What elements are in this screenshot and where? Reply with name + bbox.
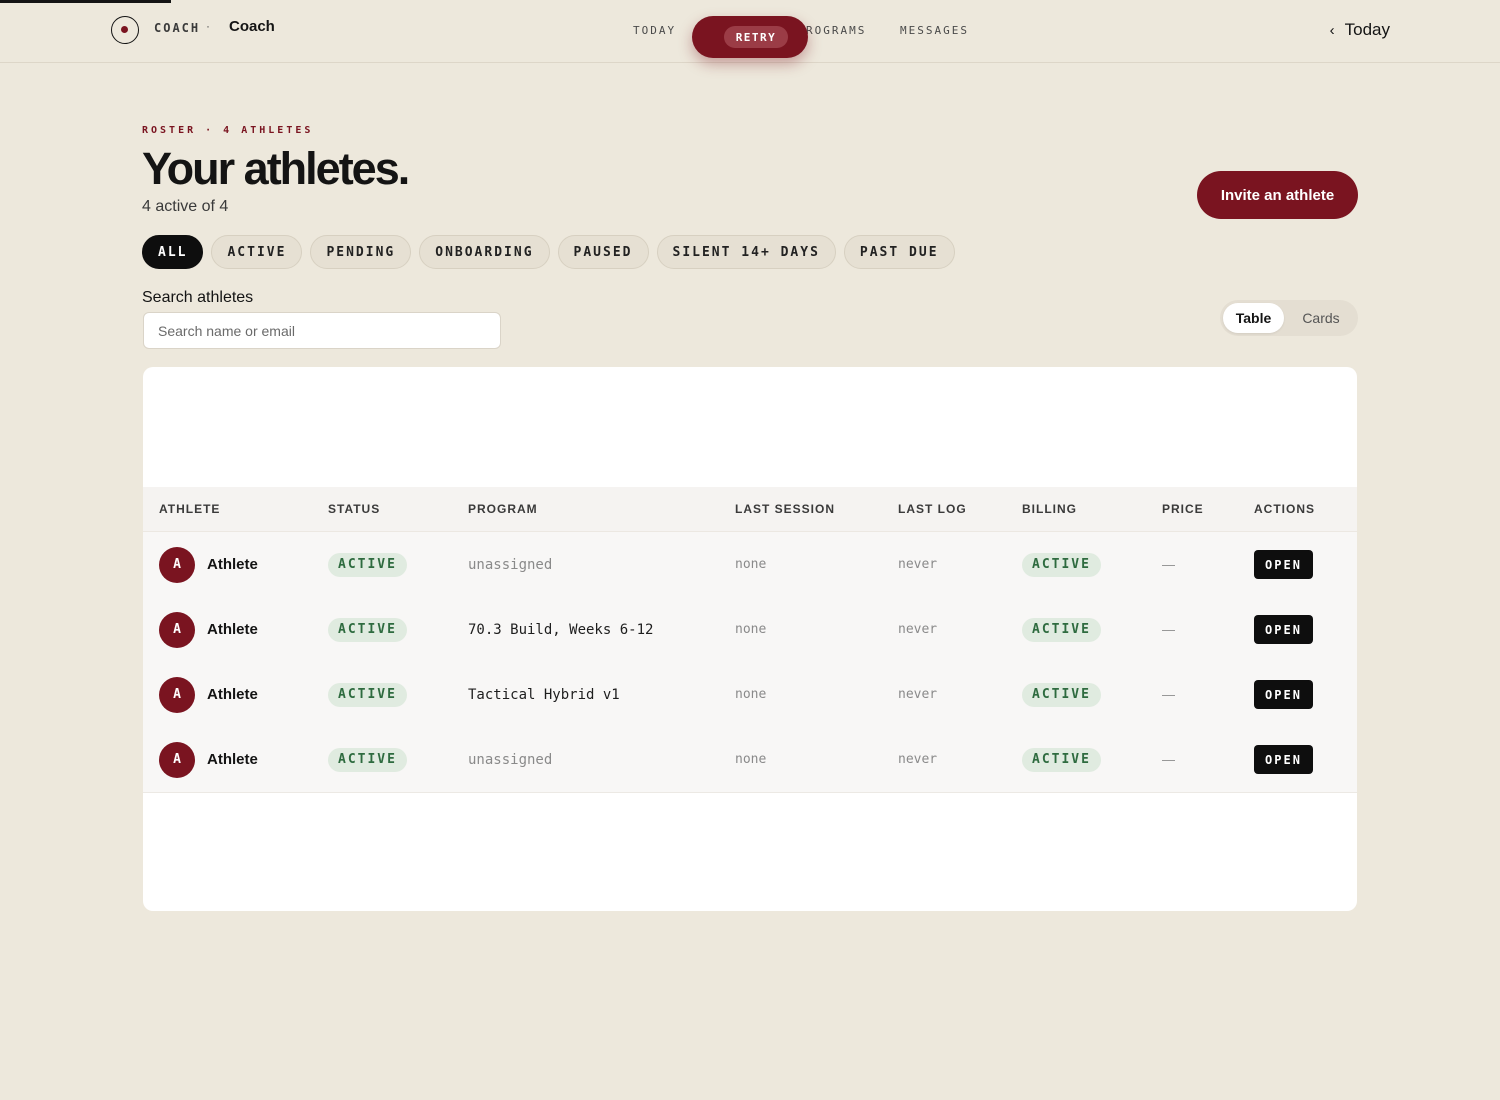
column-header-last-log[interactable]: LAST LOG xyxy=(898,502,967,516)
nav-messages[interactable]: MESSAGES xyxy=(900,24,969,37)
program-name: unassigned xyxy=(468,751,553,768)
avatar: A xyxy=(159,741,195,778)
athlete-cell: A Athlete xyxy=(159,532,258,597)
filter-paused[interactable]: PAUSED xyxy=(557,235,649,269)
open-athlete-button[interactable]: OPEN xyxy=(1254,615,1313,644)
nav-programs[interactable]: ROGRAMS xyxy=(806,24,866,37)
view-cards-button[interactable]: Cards xyxy=(1288,303,1354,333)
retry-button[interactable]: RETRY xyxy=(724,26,788,48)
table-row[interactable]: A Athlete ACTIVE 70.3 Build, Weeks 6-12 … xyxy=(143,597,1357,663)
invite-athlete-button[interactable]: Invite an athlete xyxy=(1197,171,1358,219)
filter-onboarding[interactable]: ONBOARDING xyxy=(419,235,550,269)
program-name: unassigned xyxy=(468,556,553,573)
back-link-label: Today xyxy=(1344,20,1390,39)
column-header-price[interactable]: PRICE xyxy=(1162,502,1204,516)
last-session: none xyxy=(735,622,767,637)
table-row[interactable]: A Athlete ACTIVE unassigned none never A… xyxy=(143,727,1357,793)
retry-toast: RETRY xyxy=(692,16,808,58)
filter-active[interactable]: ACTIVE xyxy=(211,235,303,269)
open-athlete-button[interactable]: OPEN xyxy=(1254,680,1313,709)
brand-name[interactable]: Coach xyxy=(229,18,275,35)
open-athlete-button[interactable]: OPEN xyxy=(1254,550,1313,579)
column-header-billing[interactable]: BILLING xyxy=(1022,502,1077,516)
avatar: A xyxy=(159,546,195,583)
view-table-button[interactable]: Table xyxy=(1223,303,1284,333)
search-label: Search athletes xyxy=(142,289,254,306)
chevron-left-icon: ‹ xyxy=(1329,21,1335,39)
last-log: never xyxy=(898,752,938,767)
search-input[interactable] xyxy=(143,312,501,349)
column-header-program[interactable]: PROGRAM xyxy=(468,502,538,516)
athlete-name[interactable]: Athlete xyxy=(207,621,258,638)
page-title: Your athletes. xyxy=(142,143,410,194)
last-session: none xyxy=(735,687,767,702)
status-badge: ACTIVE xyxy=(328,617,407,642)
brand-kicker: COACH xyxy=(154,21,201,35)
filter-silent[interactable]: SILENT 14+ DAYS xyxy=(656,235,836,269)
column-header-status[interactable]: STATUS xyxy=(328,502,380,516)
open-athlete-button[interactable]: OPEN xyxy=(1254,745,1313,774)
status-badge: ACTIVE xyxy=(328,682,407,707)
last-log: never xyxy=(898,687,938,702)
athlete-cell: A Athlete xyxy=(159,727,258,792)
top-bar: COACH · Coach TODAY ROGRAMS MESSAGES RET… xyxy=(0,0,1500,63)
billing-badge: ACTIVE xyxy=(1022,682,1101,707)
table-row[interactable]: A Athlete ACTIVE unassigned none never A… xyxy=(143,532,1357,598)
brand-separator: · xyxy=(206,19,210,33)
filter-all[interactable]: ALL xyxy=(142,235,204,269)
price: — xyxy=(1162,687,1175,702)
filter-pending[interactable]: PENDING xyxy=(310,235,412,269)
status-filters: ALL ACTIVE PENDING ONBOARDING PAUSED SIL… xyxy=(142,235,955,269)
program-name: 70.3 Build, Weeks 6-12 xyxy=(468,621,654,638)
athlete-cell: A Athlete xyxy=(159,597,258,662)
back-to-today-link[interactable]: ‹ Today xyxy=(1330,20,1390,40)
athletes-table: ATHLETE STATUS PROGRAM LAST SESSION LAST… xyxy=(143,367,1357,911)
billing-badge: ACTIVE xyxy=(1022,617,1101,642)
billing-badge: ACTIVE xyxy=(1022,747,1101,772)
last-log: never xyxy=(898,557,938,572)
price: — xyxy=(1162,752,1175,767)
athlete-cell: A Athlete xyxy=(159,662,258,727)
avatar: A xyxy=(159,676,195,713)
roster-eyebrow: ROSTER · 4 ATHLETES xyxy=(142,125,314,136)
avatar: A xyxy=(159,611,195,648)
program-name: Tactical Hybrid v1 xyxy=(468,686,620,703)
table-header: ATHLETE STATUS PROGRAM LAST SESSION LAST… xyxy=(143,487,1357,532)
active-count: 4 active of 4 xyxy=(142,198,229,215)
table-row[interactable]: A Athlete ACTIVE Tactical Hybrid v1 none… xyxy=(143,662,1357,728)
last-session: none xyxy=(735,752,767,767)
status-badge: ACTIVE xyxy=(328,552,407,577)
athlete-name[interactable]: Athlete xyxy=(207,556,258,573)
column-header-actions: ACTIONS xyxy=(1254,502,1315,516)
view-toggle: Table Cards xyxy=(1220,300,1358,336)
logo-icon[interactable] xyxy=(111,16,139,44)
last-log: never xyxy=(898,622,938,637)
billing-badge: ACTIVE xyxy=(1022,552,1101,577)
column-header-athlete[interactable]: ATHLETE xyxy=(159,502,220,516)
nav-today[interactable]: TODAY xyxy=(633,24,676,37)
column-header-last-session[interactable]: LAST SESSION xyxy=(735,502,835,516)
filter-past-due[interactable]: PAST DUE xyxy=(843,235,955,269)
athlete-name[interactable]: Athlete xyxy=(207,751,258,768)
athlete-name[interactable]: Athlete xyxy=(207,686,258,703)
last-session: none xyxy=(735,557,767,572)
status-badge: ACTIVE xyxy=(328,747,407,772)
price: — xyxy=(1162,622,1175,637)
price: — xyxy=(1162,557,1175,572)
